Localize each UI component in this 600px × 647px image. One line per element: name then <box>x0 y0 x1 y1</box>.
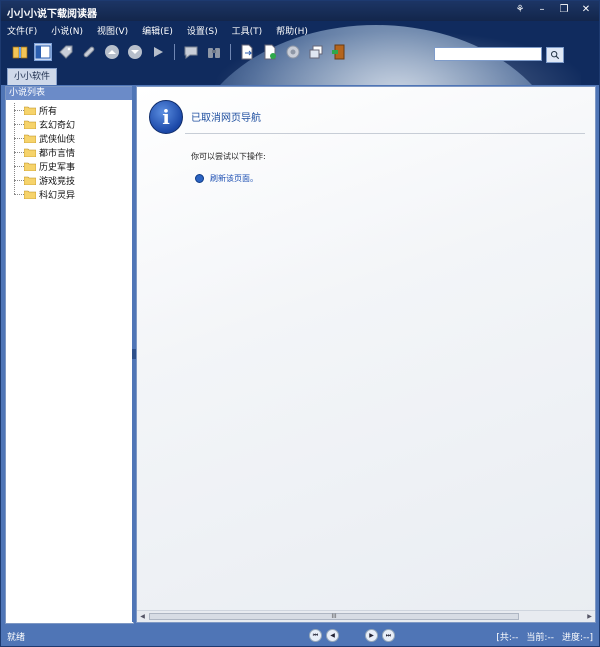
status-current: 当前:-- <box>526 633 554 643</box>
folder-icon <box>24 162 36 171</box>
status-bar: 就绪 ⏮ ◀ ▶ ⏭ [共:-- 当前:-- 进度:--] <box>1 625 599 646</box>
doc-add-icon[interactable] <box>261 43 279 61</box>
play-icon[interactable] <box>149 43 167 61</box>
link-icon[interactable] <box>80 43 98 61</box>
menu-help[interactable]: 帮助(H) <box>276 24 308 37</box>
exit-door-icon[interactable] <box>330 43 348 61</box>
content-pane: i 已取消网页导航 你可以尝试以下操作: 刷新该页面。 ◀ III ▶ <box>136 86 596 623</box>
search-button[interactable] <box>546 47 564 63</box>
folder-icon <box>24 134 36 143</box>
minimize-button[interactable]: – <box>535 4 549 15</box>
status-info: [共:-- 当前:-- 进度:--] <box>496 630 593 643</box>
category-tree: 所有 玄幻奇幻 武侠仙侠 都市言情 历史军事 游戏竞技 科幻灵异 <box>6 100 133 201</box>
tree-item-all[interactable]: 所有 <box>14 103 133 117</box>
menu-tools[interactable]: 工具(T) <box>232 24 263 37</box>
arrow-down-circle-icon[interactable] <box>126 43 144 61</box>
page-title: 已取消网页导航 <box>191 113 261 124</box>
tree-item-games[interactable]: 游戏竞技 <box>14 173 133 187</box>
window-restore-icon[interactable] <box>307 43 325 61</box>
restore-button[interactable]: ❐ <box>557 4 571 15</box>
novel-list-title: 小说列表 <box>6 87 133 100</box>
layout-panel-icon[interactable] <box>34 43 52 61</box>
search-icon <box>550 50 560 60</box>
menu-file[interactable]: 文件(F) <box>7 24 37 37</box>
menu-bar: 文件(F) 小说(N) 视图(V) 编辑(E) 设置(S) 工具(T) 帮助(H… <box>7 24 308 37</box>
refresh-action[interactable]: 刷新该页面。 <box>195 173 258 184</box>
tree-item-wuxia[interactable]: 武侠仙侠 <box>14 131 133 145</box>
page-nav: ⏮ ◀ ▶ ⏭ <box>309 629 395 642</box>
menu-novel[interactable]: 小说(N) <box>51 24 83 37</box>
app-window: 小小小说下载阅读器 ⚘ – ❐ ✕ 文件(F) 小说(N) 视图(V) 编辑(E… <box>0 0 600 647</box>
tree-item-fantasy[interactable]: 玄幻奇幻 <box>14 117 133 131</box>
scroll-left-icon[interactable]: ◀ <box>138 612 147 621</box>
menu-view[interactable]: 视图(V) <box>97 24 128 37</box>
scroll-right-icon[interactable]: ▶ <box>585 612 594 621</box>
tab-bar: 小小软件 <box>7 68 58 85</box>
prev-page-icon[interactable]: ◀ <box>326 629 339 642</box>
binoculars-icon[interactable] <box>205 43 223 61</box>
doc-export-icon[interactable] <box>238 43 256 61</box>
status-text: 就绪 <box>7 633 26 643</box>
menu-settings[interactable]: 设置(S) <box>187 24 218 37</box>
next-page-icon[interactable]: ▶ <box>365 629 378 642</box>
toolbar <box>11 43 348 61</box>
window-controls: ⚘ – ❐ ✕ <box>513 4 593 15</box>
title-bar[interactable]: 小小小说下载阅读器 ⚘ – ❐ ✕ <box>1 1 599 21</box>
arrow-up-circle-icon[interactable] <box>103 43 121 61</box>
folder-icon <box>24 120 36 129</box>
folder-icon <box>24 176 36 185</box>
skin-icon[interactable]: ⚘ <box>513 4 527 15</box>
scrollbar-thumb[interactable]: III <box>149 613 519 620</box>
suggestion-label: 你可以尝试以下操作: <box>191 152 266 161</box>
bullet-icon <box>195 174 204 183</box>
menu-edit[interactable]: 编辑(E) <box>142 24 173 37</box>
folder-icon <box>24 106 36 115</box>
refresh-link[interactable]: 刷新该页面。 <box>210 173 258 184</box>
gear-icon[interactable] <box>284 43 302 61</box>
folder-icon <box>24 148 36 157</box>
folder-icon <box>24 190 36 199</box>
close-button[interactable]: ✕ <box>579 4 593 15</box>
divider <box>185 133 585 134</box>
header-banner: 文件(F) 小说(N) 视图(V) 编辑(E) 设置(S) 工具(T) 帮助(H… <box>1 21 599 85</box>
info-icon: i <box>149 100 183 134</box>
status-progress: 进度:--] <box>561 633 593 643</box>
comment-icon[interactable] <box>182 43 200 61</box>
book-open-icon[interactable] <box>11 43 29 61</box>
tab-xiaoxiao-software[interactable]: 小小软件 <box>7 68 58 85</box>
search-box <box>434 47 564 63</box>
tag-icon[interactable] <box>57 43 75 61</box>
horizontal-scrollbar[interactable]: ◀ III ▶ <box>137 610 595 622</box>
status-total: [共:-- <box>496 633 519 643</box>
window-title: 小小小说下载阅读器 <box>7 9 97 20</box>
search-input[interactable] <box>434 47 542 61</box>
tree-item-scifi[interactable]: 科幻灵异 <box>14 187 133 201</box>
tree-item-history[interactable]: 历史军事 <box>14 159 133 173</box>
novel-list-panel: 小说列表 所有 玄幻奇幻 武侠仙侠 都市言情 历史军事 游戏竞技 科幻灵异 <box>5 86 134 624</box>
tree-item-urban[interactable]: 都市言情 <box>14 145 133 159</box>
last-page-icon[interactable]: ⏭ <box>382 629 395 642</box>
first-page-icon[interactable]: ⏮ <box>309 629 322 642</box>
